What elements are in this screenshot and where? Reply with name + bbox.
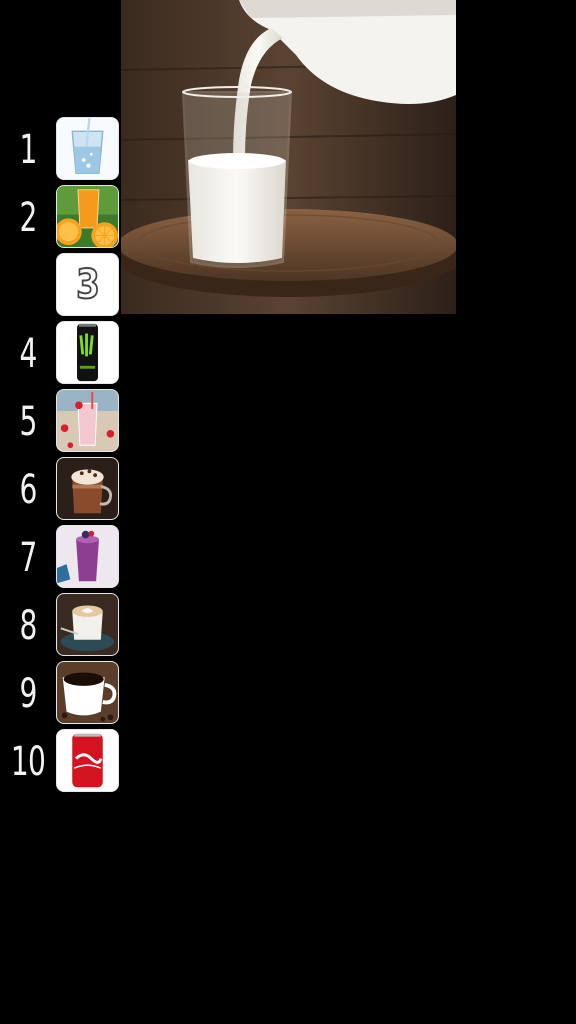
energy-drink-can-icon[interactable] xyxy=(56,321,119,384)
rank-row-8[interactable]: 8 xyxy=(0,592,124,660)
rank-row-2[interactable]: 2 xyxy=(0,184,124,252)
rank-number: 9 xyxy=(19,671,37,717)
empty-slot-icon[interactable]: 3 xyxy=(56,253,119,316)
drink-ranking-screen: 1 2 3 4 5 6 7 8 9 10 xyxy=(0,0,576,1024)
black-coffee-icon[interactable] xyxy=(56,661,119,724)
strawberry-milkshake-icon[interactable] xyxy=(56,389,119,452)
rank-number: 4 xyxy=(19,331,37,377)
rank-number: 8 xyxy=(19,603,37,649)
current-drink-preview[interactable] xyxy=(121,0,456,314)
milk-pour-image xyxy=(121,0,456,314)
cola-can-icon[interactable] xyxy=(56,729,119,792)
berry-smoothie-icon[interactable] xyxy=(56,525,119,588)
rank-number xyxy=(6,260,50,312)
cappuccino-icon[interactable] xyxy=(56,593,119,656)
rank-number: 6 xyxy=(19,467,37,513)
rank-number: 2 xyxy=(19,195,37,241)
rank-row-3[interactable]: 3 xyxy=(0,252,124,320)
water-glass-icon[interactable] xyxy=(56,117,119,180)
rank-number: 1 xyxy=(19,127,37,173)
rank-row-10[interactable]: 10 xyxy=(0,728,124,796)
rank-row-4[interactable]: 4 xyxy=(0,320,124,388)
orange-juice-icon[interactable] xyxy=(56,185,119,248)
empty-slot-number: 3 xyxy=(75,261,100,309)
drink-ranking-list: 1 2 3 4 5 6 7 8 9 10 xyxy=(0,116,124,796)
rank-number: 5 xyxy=(19,399,37,445)
rank-row-5[interactable]: 5 xyxy=(0,388,124,456)
rank-number: 7 xyxy=(19,535,37,581)
hot-chocolate-icon[interactable] xyxy=(56,457,119,520)
rank-row-7[interactable]: 7 xyxy=(0,524,124,592)
rank-row-1[interactable]: 1 xyxy=(0,116,124,184)
rank-row-6[interactable]: 6 xyxy=(0,456,124,524)
rank-row-9[interactable]: 9 xyxy=(0,660,124,728)
rank-number: 10 xyxy=(10,739,46,785)
